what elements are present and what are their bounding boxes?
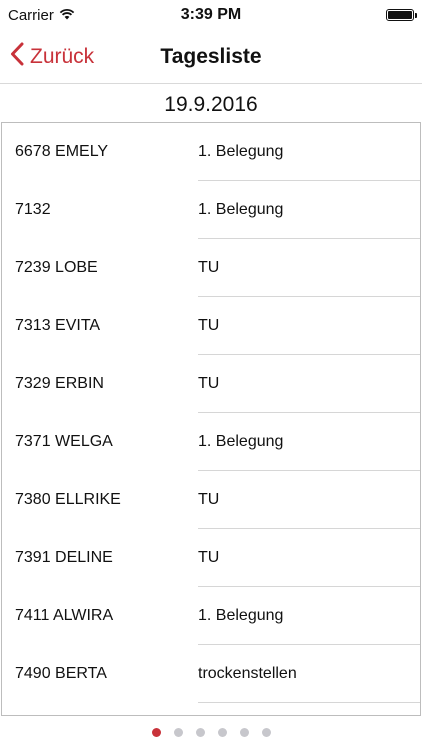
date-header: 19.9.2016 bbox=[164, 93, 258, 116]
back-button[interactable]: Zurück bbox=[10, 30, 94, 84]
list-item[interactable]: 7371 WELGA 1. Belegung bbox=[2, 413, 420, 471]
navigation-bar: Zurück Tagesliste bbox=[0, 30, 422, 84]
list-item-name: 6678 EMELY bbox=[15, 143, 109, 160]
list-item[interactable]: 7239 LOBE TU bbox=[2, 239, 420, 297]
screen: Carrier 3:39 PM Zurück Tagesliste 19.9.2… bbox=[0, 0, 422, 750]
list-item-name: 7313 EVITA bbox=[15, 317, 101, 334]
list-item[interactable]: 7380 ELLRIKE TU bbox=[2, 471, 420, 529]
page-dot-active[interactable] bbox=[151, 727, 161, 737]
list-item-name: 7411 ALWIRA bbox=[15, 607, 114, 624]
status-bar: Carrier 3:39 PM bbox=[0, 0, 422, 30]
list-item[interactable]: 7313 EVITA TU bbox=[2, 297, 420, 355]
status-left: Carrier bbox=[8, 7, 148, 24]
wifi-icon bbox=[59, 7, 75, 24]
page-indicator[interactable] bbox=[0, 722, 422, 742]
list-item[interactable]: 6678 EMELY 1. Belegung bbox=[2, 123, 420, 181]
list-item[interactable]: 7329 ERBIN TU bbox=[2, 355, 420, 413]
list-item[interactable]: 7132 1. Belegung bbox=[2, 181, 420, 239]
list-item-name: 7132 bbox=[15, 201, 51, 218]
list-item-name: 7371 WELGA bbox=[15, 433, 113, 450]
page-dot[interactable] bbox=[217, 727, 227, 737]
list: 6678 EMELY 1. Belegung 7132 1. Belegung 7239… bbox=[2, 123, 420, 703]
battery-icon bbox=[386, 9, 417, 21]
page-dot[interactable] bbox=[261, 727, 271, 737]
list-item-name: 7329 ERBIN bbox=[15, 375, 104, 392]
list-item-status: TU bbox=[198, 375, 220, 392]
list-item-status: 1. Belegung bbox=[198, 433, 284, 450]
page-dot[interactable] bbox=[173, 727, 183, 737]
list-item-name: 7490 BERTA bbox=[15, 665, 107, 682]
list-item-status: trockenstellen bbox=[198, 665, 297, 682]
carrier-label: Carrier bbox=[8, 6, 54, 24]
battery-level bbox=[388, 11, 412, 19]
list-item-status: 1. Belegung bbox=[198, 607, 284, 624]
list-frame[interactable]: 6678 EMELY 1. Belegung 7132 1. Belegung 7239… bbox=[1, 122, 421, 716]
page-title: Tagesliste bbox=[160, 44, 262, 68]
page-dot[interactable] bbox=[239, 727, 249, 737]
status-right bbox=[274, 9, 417, 21]
list-item[interactable]: 7411 ALWIRA 1. Belegung bbox=[2, 587, 420, 645]
list-item-status: TU bbox=[198, 491, 220, 508]
list-item-name: 7380 ELLRIKE bbox=[15, 491, 121, 508]
chevron-left-icon bbox=[10, 42, 24, 72]
page-dot[interactable] bbox=[195, 727, 205, 737]
list-item[interactable]: 7490 BERTA trockenstellen bbox=[2, 645, 420, 703]
list-item-status: TU bbox=[198, 549, 220, 566]
list-item-status: TU bbox=[198, 259, 220, 276]
list-item-status: 1. Belegung bbox=[198, 201, 284, 218]
list-item-name: 7391 DELINE bbox=[15, 549, 113, 566]
list-item[interactable]: 7391 DELINE TU bbox=[2, 529, 420, 587]
status-time: 3:39 PM bbox=[180, 6, 242, 23]
list-item-name: 7239 LOBE bbox=[15, 259, 98, 276]
list-item-status: TU bbox=[198, 317, 220, 334]
list-item-status: 1. Belegung bbox=[198, 143, 284, 160]
back-label: Zurück bbox=[30, 45, 95, 68]
